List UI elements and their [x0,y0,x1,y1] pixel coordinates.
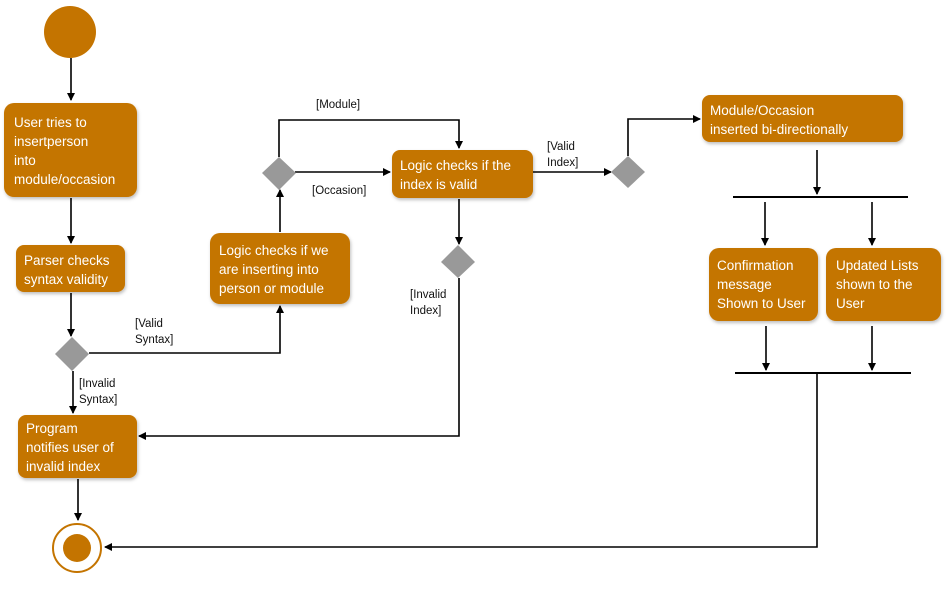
action-notify: Program notifies user of invalid index [18,415,137,478]
action-logic-type: Logic checks if we are inserting into pers… [210,233,350,304]
syntax-decision [55,337,89,371]
start-node [44,6,96,58]
action-updated: Updated Lists shown to the User [826,248,941,321]
action-confirmation: Confirmation message Shown to User [709,248,818,321]
edge-valid-syntax [89,305,284,354]
guard-invalid-syntax: [Invalid Syntax] [79,378,117,406]
guard-valid-syntax: [Valid Syntax] [135,318,173,346]
action-inserted: Module/Occasion inserted bi-directionally [702,95,903,142]
guard-valid-index: [Valid Index] [547,141,578,169]
action-logic-index: Logic checks if the index is valid [392,150,533,198]
guard-occasion: [Occasion] [312,185,366,197]
type-decision [262,157,296,190]
edge-valid-index [627,115,701,156]
edge-join-to-end [104,373,818,551]
guard-module: [Module] [316,99,360,111]
action-parser: Parser checks syntax validity [16,245,125,292]
guard-invalid-index: [Invalid Index] [410,289,446,317]
action-user-tries: User tries to insertperson into module/occa… [4,103,137,197]
end-node [52,523,102,573]
invalid-index-decision [441,245,475,278]
svg-text:Logic checks if weare insertin: Logic checks if we are inserting into pers… [219,243,329,296]
activity-diagram: User tries to insertperson into module/occa… [4,6,941,573]
valid-index-decision [611,156,645,188]
